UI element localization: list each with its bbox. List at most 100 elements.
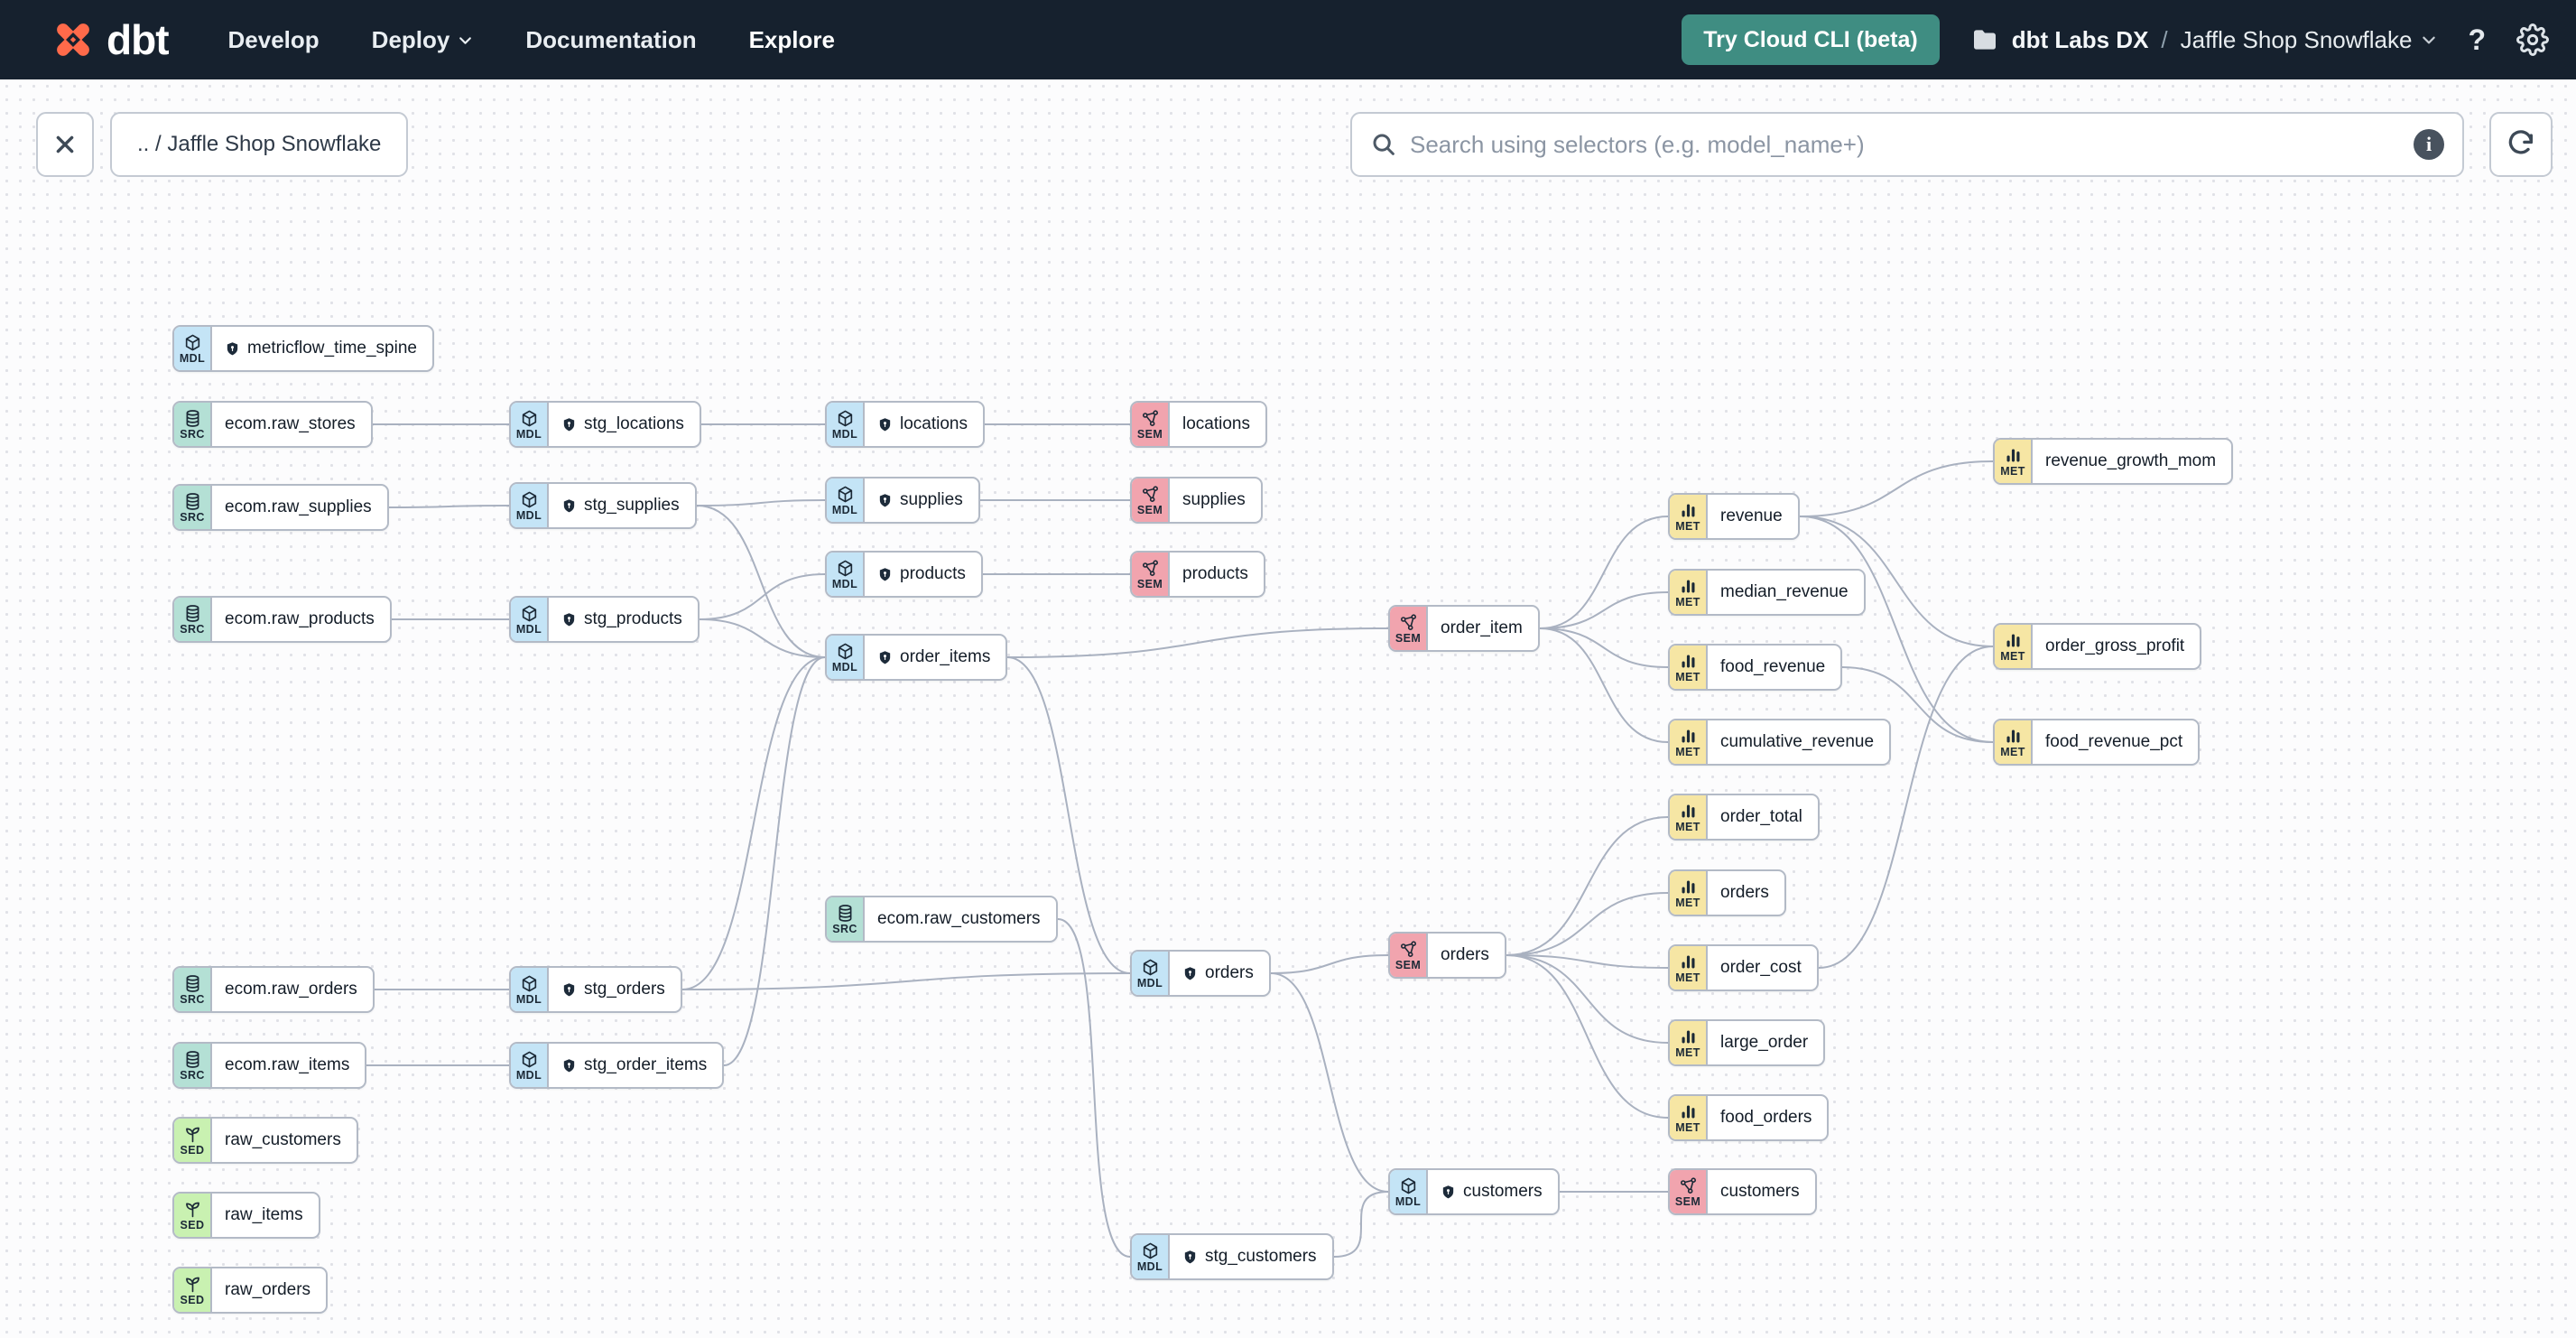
node-name-text: order_item — [1441, 618, 1523, 637]
help-button[interactable]: ? — [2468, 23, 2486, 57]
lineage-node-mdl_stg_order_items[interactable]: MDL stg_order_items — [509, 1042, 725, 1089]
nav-link-deploy[interactable]: Deploy — [372, 26, 474, 54]
breadcrumb: dbt Labs DX / Jaffle Shop Snowflake — [1970, 25, 2438, 54]
try-cloud-cli-button[interactable]: Try Cloud CLI (beta) — [1682, 14, 1940, 65]
edge-sem_order_item-to-met_food_revenue — [1539, 627, 1669, 668]
lineage-node-met_median_revenue[interactable]: MET median_revenue — [1668, 569, 1866, 616]
lineage-node-sem_customers[interactable]: SEM customers — [1668, 1168, 1817, 1215]
metric-type-badge: MET — [1670, 571, 1708, 614]
lineage-node-src_raw_stores[interactable]: SRC ecom.raw_stores — [172, 401, 373, 448]
node-label: cumulative_revenue — [1708, 720, 1889, 764]
lineage-node-met_food_revenue[interactable]: MET food_revenue — [1668, 644, 1843, 691]
source-type-badge: SRC — [174, 598, 212, 641]
lineage-node-sed_raw_orders[interactable]: SED raw_orders — [172, 1267, 329, 1314]
node-name-text: food_revenue — [1720, 657, 1826, 676]
node-type-label: SED — [180, 1218, 205, 1231]
lineage-node-src_raw_orders[interactable]: SRC ecom.raw_orders — [172, 966, 375, 1013]
node-name-text: stg_locations — [584, 414, 684, 433]
node-name-text: revenue — [1720, 506, 1783, 525]
breadcrumb-account[interactable]: dbt Labs DX — [2012, 26, 2149, 54]
metric-bars-icon — [1682, 729, 1694, 743]
selector-search[interactable]: i — [1350, 112, 2464, 177]
lineage-node-mdl_metricflow_time_spine[interactable]: MDL metricflow_time_spine — [172, 325, 434, 372]
lineage-node-mdl_stg_customers[interactable]: MDL stg_customers — [1130, 1233, 1334, 1280]
shield-health-icon — [879, 417, 891, 431]
metric-bars-icon — [1682, 580, 1694, 593]
nav-link-develop[interactable]: Develop — [228, 26, 320, 54]
nav-link-documentation[interactable]: Documentation — [525, 26, 696, 54]
lineage-node-mdl_stg_supplies[interactable]: MDL stg_supplies — [509, 482, 697, 529]
lineage-node-met_orders[interactable]: MET orders — [1668, 869, 1786, 916]
metric-type-badge: MET — [1995, 625, 2033, 668]
lineage-node-mdl_stg_products[interactable]: MDL stg_products — [509, 596, 700, 643]
lineage-node-met_revenue[interactable]: MET revenue — [1668, 493, 1800, 540]
breadcrumb-project-selector[interactable]: Jaffle Shop Snowflake — [2181, 26, 2438, 54]
lineage-node-met_revenue_growth_mom[interactable]: MET revenue_growth_mom — [1993, 438, 2234, 485]
lineage-node-mdl_products[interactable]: MDL products — [825, 551, 983, 598]
lineage-node-src_raw_customers[interactable]: SRC ecom.raw_customers — [825, 896, 1058, 943]
chevron-down-icon — [459, 36, 472, 44]
lineage-node-sed_raw_items[interactable]: SED raw_items — [172, 1192, 320, 1239]
lineage-node-sem_order_item[interactable]: SEM order_item — [1388, 605, 1540, 652]
close-icon — [56, 135, 74, 153]
model-type-badge: MDL — [511, 1044, 549, 1087]
lineage-node-sem_locations[interactable]: SEM locations — [1130, 401, 1267, 448]
lineage-node-sem_products[interactable]: SEM products — [1130, 551, 1265, 598]
refresh-lineage-button[interactable] — [2489, 112, 2553, 177]
lineage-node-met_food_orders[interactable]: MET food_orders — [1668, 1094, 1830, 1141]
lineage-node-sem_supplies[interactable]: SEM supplies — [1130, 477, 1263, 524]
semantic-model-icon — [1142, 486, 1158, 502]
metric-type-badge: MET — [1670, 495, 1708, 538]
model-cube-icon — [838, 486, 852, 503]
chevron-down-icon — [2423, 36, 2436, 44]
metric-bars-icon — [1682, 955, 1694, 969]
node-name-text: median_revenue — [1720, 582, 1849, 601]
lineage-node-sem_orders[interactable]: SEM orders — [1388, 932, 1506, 979]
lineage-node-sed_raw_customers[interactable]: SED raw_customers — [172, 1117, 358, 1164]
lineage-canvas[interactable]: MDL metricflow_time_spine SRC ecom.raw_stor… — [0, 79, 2576, 1338]
search-input[interactable] — [1410, 130, 2401, 159]
node-type-label: SRC — [180, 992, 205, 1006]
lineage-node-met_order_cost[interactable]: MET order_cost — [1668, 944, 1819, 991]
lineage-node-src_raw_items[interactable]: SRC ecom.raw_items — [172, 1042, 367, 1089]
node-type-label: MDL — [515, 508, 542, 522]
lineage-path-chip[interactable]: .. / Jaffle Shop Snowflake — [110, 112, 409, 177]
shield-health-icon — [1184, 1250, 1196, 1263]
lineage-node-met_cumulative_revenue[interactable]: MET cumulative_revenue — [1668, 719, 1892, 766]
node-type-label: MDL — [831, 427, 858, 441]
node-label: order_cost — [1708, 946, 1817, 990]
shield-health-icon — [563, 1058, 575, 1072]
gear-icon — [2516, 23, 2549, 56]
lineage-node-mdl_customers[interactable]: MDL customers — [1388, 1168, 1560, 1215]
dbt-logo[interactable]: dbt — [49, 15, 170, 64]
lineage-node-mdl_order_items[interactable]: MDL order_items — [825, 634, 1008, 681]
edge-mdl_orders-to-sem_orders — [1270, 954, 1389, 974]
lineage-node-mdl_stg_orders[interactable]: MDL stg_orders — [509, 966, 682, 1013]
edge-sem_order_item-to-met_median_revenue — [1539, 591, 1669, 629]
lineage-node-mdl_locations[interactable]: MDL locations — [825, 401, 985, 448]
lineage-node-met_food_revenue_pct[interactable]: MET food_revenue_pct — [1993, 719, 2201, 766]
settings-button[interactable] — [2516, 23, 2549, 56]
model-type-badge: MDL — [1390, 1170, 1428, 1213]
source-database-icon — [186, 604, 199, 622]
source-type-badge: SRC — [174, 486, 212, 529]
node-label: customers — [1708, 1170, 1815, 1213]
lineage-node-mdl_supplies[interactable]: MDL supplies — [825, 477, 980, 524]
lineage-node-met_order_gross_profit[interactable]: MET order_gross_profit — [1993, 623, 2202, 670]
lineage-node-src_raw_products[interactable]: SRC ecom.raw_products — [172, 596, 392, 643]
info-icon[interactable]: i — [2414, 129, 2444, 160]
node-label: raw_items — [212, 1194, 319, 1237]
lineage-node-mdl_orders[interactable]: MDL orders — [1130, 950, 1271, 997]
lineage-node-met_order_total[interactable]: MET order_total — [1668, 794, 1820, 841]
lineage-node-met_large_order[interactable]: MET large_order — [1668, 1019, 1826, 1066]
lineage-node-src_raw_supplies[interactable]: SRC ecom.raw_supplies — [172, 484, 389, 531]
close-lineage-button[interactable] — [36, 112, 94, 177]
lineage-node-mdl_stg_locations[interactable]: MDL stg_locations — [509, 401, 701, 448]
edge-mdl_stg_customers-to-mdl_customers — [1333, 1191, 1389, 1258]
node-name-text: customers — [1463, 1182, 1543, 1201]
node-label: raw_orders — [212, 1268, 326, 1312]
nav-link-explore[interactable]: Explore — [749, 26, 835, 54]
node-name-text: products — [900, 564, 966, 583]
node-name-text: order_items — [900, 647, 991, 666]
metric-bars-icon — [1682, 804, 1694, 818]
